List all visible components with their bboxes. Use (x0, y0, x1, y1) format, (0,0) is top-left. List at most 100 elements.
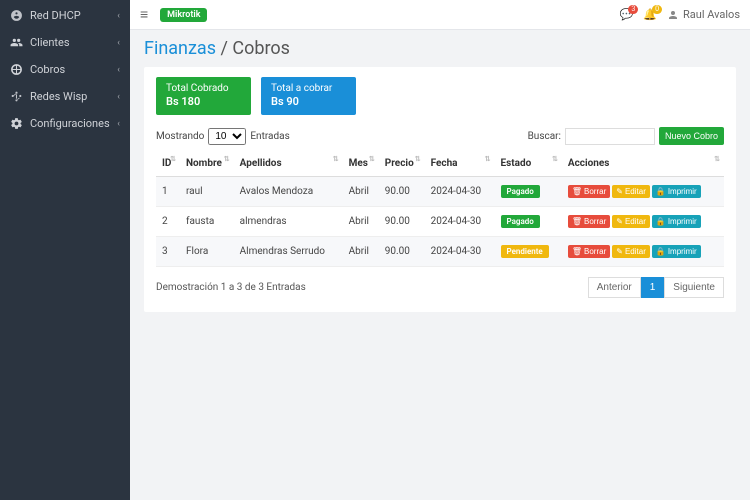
users-icon (10, 36, 23, 49)
sidebar-label: Red DHCP (30, 9, 81, 22)
cell-apellidos: almendras (234, 207, 343, 237)
cell-precio: 90.00 (379, 207, 425, 237)
print-icon: 🔒 (656, 217, 666, 226)
sidebar-label: Redes Wisp (30, 90, 87, 103)
print-icon: 🔒 (656, 247, 666, 256)
edit-button[interactable]: ✎ Editar (612, 185, 650, 198)
sort-icon: ⇅ (485, 157, 491, 162)
column-header[interactable]: Estado⇅ (495, 151, 562, 177)
sidebar-item-cobros[interactable]: Cobros ‹ (0, 56, 130, 83)
print-icon: 🔒 (656, 187, 666, 196)
main-panel: Total Cobrado Bs 180 Total a cobrar Bs 9… (144, 67, 736, 312)
cell-precio: 90.00 (379, 177, 425, 207)
edit-button[interactable]: ✎ Editar (612, 215, 650, 228)
sidebar-item-configuraciones[interactable]: Configuraciones ‹ (0, 110, 130, 137)
stat-total-cobrado: Total Cobrado Bs 180 (156, 77, 251, 115)
table-info: Demostración 1 a 3 de 3 Entradas (156, 282, 306, 293)
cell-fecha: 2024-04-30 (425, 207, 495, 237)
cell-id: 3 (156, 237, 180, 267)
stat-total-a-cobrar: Total a cobrar Bs 90 (261, 77, 356, 115)
chart-icon (10, 63, 23, 76)
cell-fecha: 2024-04-30 (425, 177, 495, 207)
table-row: 3FloraAlmendras SerrudoAbril90.002024-04… (156, 237, 724, 267)
cell-nombre: fausta (180, 207, 234, 237)
sidebar-item-redes-wisp[interactable]: Redes Wisp ‹ (0, 83, 130, 110)
show-prefix: Mostrando (156, 131, 204, 142)
sidebar-item-red-dhcp[interactable]: Red DHCP ‹ (0, 2, 130, 29)
sort-icon: ⇅ (333, 157, 339, 162)
menu-toggle-icon[interactable]: ≡ (140, 6, 148, 23)
column-header[interactable]: Nombre⇅ (180, 151, 234, 177)
sidebar-item-clientes[interactable]: Clientes ‹ (0, 29, 130, 56)
prev-page-button[interactable]: Anterior (588, 277, 641, 298)
print-button[interactable]: 🔒 Imprimir (652, 185, 701, 198)
chevron-left-icon: ‹ (117, 65, 120, 75)
network-icon (10, 90, 23, 103)
cell-fecha: 2024-04-30 (425, 237, 495, 267)
sort-icon: ⇅ (170, 157, 176, 162)
column-header[interactable]: Apellidos⇅ (234, 151, 343, 177)
user-icon (667, 9, 679, 21)
breadcrumb-link[interactable]: Finanzas (144, 38, 216, 59)
search-input[interactable] (565, 128, 655, 145)
chevron-left-icon: ‹ (117, 119, 120, 129)
sidebar-label: Configuraciones (30, 117, 110, 130)
search-label: Buscar: (528, 131, 561, 142)
cell-nombre: Flora (180, 237, 234, 267)
edit-icon: ✎ (616, 187, 623, 196)
notif-count: 0 (652, 5, 662, 14)
print-button[interactable]: 🔒 Imprimir (652, 245, 701, 258)
sort-icon: ⇅ (369, 157, 375, 162)
table-row: 1raulAvalos MendozaAbril90.002024-04-30P… (156, 177, 724, 207)
cell-nombre: raul (180, 177, 234, 207)
pagination: Anterior 1 Siguiente (588, 277, 724, 298)
cell-apellidos: Almendras Serrudo (234, 237, 343, 267)
delete-icon: 🗑 (572, 187, 582, 196)
delete-button[interactable]: 🗑 Borrar (568, 215, 610, 228)
delete-button[interactable]: 🗑 Borrar (568, 185, 610, 198)
cobros-table: ID⇅Nombre⇅Apellidos⇅Mes⇅Precio⇅Fecha⇅Est… (156, 151, 724, 267)
column-header[interactable]: Fecha⇅ (425, 151, 495, 177)
edit-icon: ✎ (616, 217, 623, 226)
page-1-button[interactable]: 1 (641, 277, 665, 298)
cell-mes: Abril (343, 237, 379, 267)
delete-button[interactable]: 🗑 Borrar (568, 245, 610, 258)
notification-alert-icon[interactable]: 🔔0 (643, 8, 657, 21)
chevron-left-icon: ‹ (117, 11, 120, 21)
cell-id: 1 (156, 177, 180, 207)
column-header[interactable]: Acciones⇅ (562, 151, 724, 177)
column-header[interactable]: Precio⇅ (379, 151, 425, 177)
sidebar-label: Clientes (30, 36, 70, 49)
dashboard-icon (10, 9, 23, 22)
cell-acciones: 🗑 Borrar✎ Editar🔒 Imprimir (562, 237, 724, 267)
edit-button[interactable]: ✎ Editar (612, 245, 650, 258)
notif-count: 3 (628, 5, 638, 14)
cell-acciones: 🗑 Borrar✎ Editar🔒 Imprimir (562, 207, 724, 237)
topbar: ≡ Mikrotik 💬3 🔔0 Raul Avalos (130, 0, 750, 30)
breadcrumb: Finanzas / Cobros (144, 38, 736, 59)
print-button[interactable]: 🔒 Imprimir (652, 215, 701, 228)
cell-apellidos: Avalos Mendoza (234, 177, 343, 207)
next-page-button[interactable]: Siguiente (664, 277, 724, 298)
system-badge: Mikrotik (160, 8, 207, 22)
sidebar: Red DHCP ‹ Clientes ‹ Cobros ‹ Redes Wis… (0, 0, 130, 500)
sort-icon: ⇅ (714, 157, 720, 162)
status-badge: Pagado (501, 185, 540, 198)
sort-icon: ⇅ (224, 157, 230, 162)
column-header[interactable]: Mes⇅ (343, 151, 379, 177)
new-cobro-button[interactable]: Nuevo Cobro (659, 127, 724, 145)
edit-icon: ✎ (616, 247, 623, 256)
sort-icon: ⇅ (552, 157, 558, 162)
show-suffix: Entradas (250, 131, 289, 142)
status-badge: Pendiente (501, 245, 549, 258)
notification-chat-icon[interactable]: 💬3 (620, 8, 634, 21)
chevron-left-icon: ‹ (117, 38, 120, 48)
page-size-select[interactable]: 10 (208, 128, 246, 145)
column-header[interactable]: ID⇅ (156, 151, 180, 177)
cell-mes: Abril (343, 207, 379, 237)
delete-icon: 🗑 (572, 217, 582, 226)
user-menu[interactable]: Raul Avalos (667, 8, 740, 21)
sidebar-label: Cobros (30, 63, 65, 76)
sort-icon: ⇅ (415, 157, 421, 162)
table-row: 2faustaalmendrasAbril90.002024-04-30Paga… (156, 207, 724, 237)
